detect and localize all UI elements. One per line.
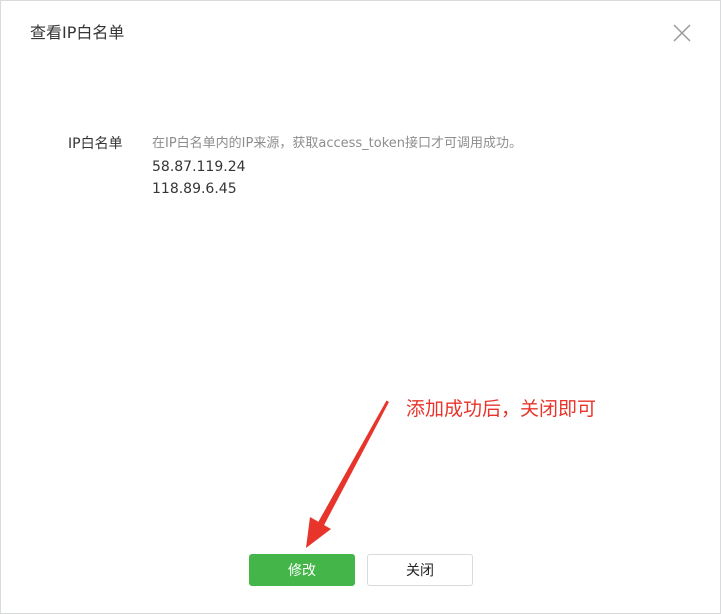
ip-whitelist-dialog: 查看IP白名单 IP白名单 在IP白名单内的IP来源，获取access_toke… [0,0,721,614]
whitelist-content: 在IP白名单内的IP来源，获取access_token接口才可调用成功。 58.… [152,134,522,200]
annotation-arrow-icon [306,400,389,548]
ip-list: 58.87.119.24 118.89.6.45 [152,156,522,200]
annotation-text: 添加成功后，关闭即可 [406,398,597,420]
close-icon[interactable] [672,23,692,43]
whitelist-hint: 在IP白名单内的IP来源，获取access_token接口才可调用成功。 [152,136,523,151]
modify-button[interactable]: 修改 [249,554,355,586]
whitelist-label: IP白名单 [68,136,123,152]
ip-item: 118.89.6.45 [152,181,237,197]
close-icon-glyph [673,24,691,42]
close-button[interactable]: 关闭 [367,554,473,586]
dialog-title: 查看IP白名单 [30,23,125,42]
ip-item: 58.87.119.24 [152,159,246,175]
